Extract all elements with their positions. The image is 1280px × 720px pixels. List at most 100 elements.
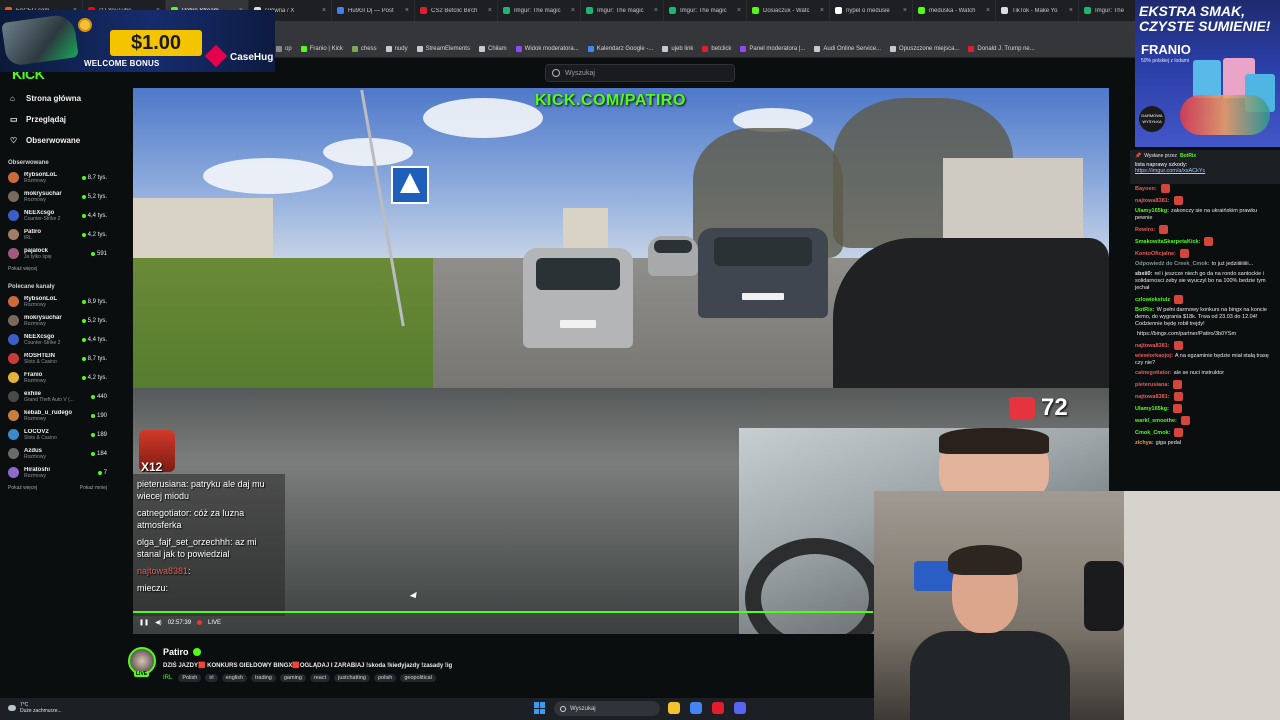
chat-username[interactable]: warkl_smoothe: <box>1135 418 1177 424</box>
sidebar-channel[interactable]: LOCOV2 Slots & Casino 189 <box>0 425 115 444</box>
bookmark-item[interactable]: Audi Online Service... <box>814 46 881 52</box>
browser-tab[interactable]: Imgur: The magic × <box>498 0 581 21</box>
bookmark-item[interactable]: Donald J. Trump ne... <box>968 46 1035 52</box>
browser-tab[interactable]: Imgur: The magic × <box>581 0 664 21</box>
sidebar-channel[interactable]: kebab_u_rudego Rozmowy 190 <box>0 406 115 425</box>
sidebar-channel[interactable]: pajalock Ja tylko śpię 591 <box>0 244 115 263</box>
sidebar-channel[interactable]: Hiratoshi Rozmowy 7 <box>0 463 115 482</box>
chat-username[interactable]: KontoOficjalne: <box>1135 251 1176 257</box>
chat-username[interactable]: wiewiorkaojoj: <box>1135 353 1173 359</box>
sidebar-nav-item[interactable]: ▭ Przeglądaj <box>0 109 115 130</box>
sidebar-channel[interactable]: ROSHTEIN Slots & Casino 8,7 tys. <box>0 349 115 368</box>
tab-close-icon[interactable]: × <box>654 7 658 14</box>
browser-tab[interactable]: Hu9Gl Dj — Post × <box>332 0 415 21</box>
video-progress-bar[interactable] <box>133 611 873 613</box>
chat-username[interactable]: catnegotiator: <box>1135 370 1172 376</box>
tab-close-icon[interactable]: × <box>986 7 990 14</box>
tab-close-icon[interactable]: × <box>322 7 326 14</box>
sidebar-channel[interactable]: Franio Rozmowy 4,2 tys. <box>0 368 115 387</box>
weather-widget[interactable]: 7°C Duże zachmurze... <box>8 702 62 714</box>
show-more-button[interactable]: Pokaż więcej <box>8 485 37 491</box>
casehug-ad-banner[interactable]: $1.00 WELCOME BONUS CaseHug <box>0 10 275 72</box>
file-explorer-icon[interactable] <box>668 702 680 714</box>
bookmark-item[interactable]: StreamElements <box>416 46 470 52</box>
chat-username[interactable]: Rewiro: <box>1135 227 1155 233</box>
bookmark-item[interactable]: chess <box>351 46 377 52</box>
tab-close-icon[interactable]: × <box>737 7 741 14</box>
streamer-name[interactable]: Patiro <box>163 647 201 657</box>
sidebar-channel[interactable]: RybsonLoL Rozmowy 8,7 tys. <box>0 168 115 187</box>
chat-username[interactable]: zichya: <box>1135 440 1154 446</box>
stream-tag[interactable]: gaming <box>279 674 306 682</box>
chat-username[interactable]: najtowa8381: <box>1135 343 1170 349</box>
tab-close-icon[interactable]: × <box>488 7 492 14</box>
sidebar-channel[interactable]: NEEXcsgo Counter-Strike 2 4,4 tys. <box>0 206 115 225</box>
browser-tab[interactable]: CS2 Betclic Birch × <box>415 0 498 21</box>
chat-username[interactable]: Bayoen: <box>1135 186 1157 192</box>
volume-icon[interactable]: ◀) <box>155 619 162 626</box>
sidebar-channel[interactable]: RybsonLoL Rozmowy 8,9 tys. <box>0 292 115 311</box>
bookmark-item[interactable]: betclick <box>702 46 731 52</box>
bookmark-item[interactable]: Franio | Kick <box>300 46 343 52</box>
sidebar-channel[interactable]: NEEXcsgo Counter-Strike 2 4,4 tys. <box>0 330 115 349</box>
sidebar-channel[interactable]: mokrysuchar Rozmowy 5,2 tys. <box>0 311 115 330</box>
show-less-button[interactable]: Pokaż mniej <box>80 485 107 491</box>
windows-start-icon[interactable] <box>534 702 546 714</box>
tab-close-icon[interactable]: × <box>903 7 907 14</box>
app-red-icon[interactable] <box>712 702 724 714</box>
browser-tab[interactable]: meduska - Watch × <box>913 0 996 21</box>
chat-username[interactable]: Ulamy165kg: <box>1135 208 1169 214</box>
stream-tag[interactable]: trading <box>251 674 276 682</box>
search-input[interactable]: Wyszukaj <box>545 64 735 82</box>
sidebar-nav-item[interactable]: ♡ Obserwowane <box>0 130 115 151</box>
stream-tag[interactable]: Polish <box>178 674 202 682</box>
pause-icon[interactable]: ❚❚ <box>139 619 149 626</box>
bookmark-item[interactable]: op <box>276 46 292 52</box>
stream-category[interactable]: IRL <box>163 675 172 681</box>
pinned-link[interactable]: https://imgur.com/a/xsACkYc <box>1135 168 1275 174</box>
stream-tag[interactable]: react <box>309 674 331 682</box>
bookmark-item[interactable]: Kalendarz Google -... <box>587 46 653 52</box>
franio-ad-banner[interactable]: EKSTRA SMAK, CZYSTE SUMIENIE! FRANIO 50%… <box>1135 0 1280 147</box>
browser-tab[interactable]: nypel o medusie × <box>830 0 913 21</box>
show-more-button[interactable]: Pokaż więcej <box>8 266 37 272</box>
bookmark-item[interactable]: Opuszczone miejsca... <box>890 46 959 52</box>
sidebar-nav-item[interactable]: ⌂ Strona główna <box>0 88 115 109</box>
pinned-message[interactable]: 📌 Wysłane przez BotRix lista naprawy szk… <box>1130 150 1280 184</box>
browser-tab[interactable]: Dosiaczux - Watc × <box>747 0 830 21</box>
stream-tag[interactable]: irl <box>205 674 218 682</box>
bookmark-item[interactable]: Panel moderatora |... <box>740 46 805 52</box>
chat-username[interactable]: BotRix: <box>1135 307 1155 313</box>
stream-tag[interactable]: polish <box>373 674 397 682</box>
tab-close-icon[interactable]: × <box>571 7 575 14</box>
channel-viewers: 5,2 tys. <box>81 194 107 200</box>
chat-username[interactable]: najtowa8381: <box>1135 198 1170 204</box>
bookmark-item[interactable]: Widok moderatora... <box>515 46 579 52</box>
chat-username[interactable]: sbxii0: <box>1135 271 1152 277</box>
bookmark-item[interactable]: ujeb link <box>662 46 693 52</box>
stream-tag[interactable]: justchatting <box>334 674 370 682</box>
tab-close-icon[interactable]: × <box>1069 7 1073 14</box>
chat-username[interactable]: czlowiekstulz <box>1135 297 1170 303</box>
chat-username[interactable]: Odpowiedź do Creek_Cmok: <box>1135 261 1210 267</box>
bookmark-item[interactable]: Chiłam <box>478 46 507 52</box>
sidebar-channel[interactable]: Azdus Rozmowy 184 <box>0 444 115 463</box>
tab-close-icon[interactable]: × <box>820 7 824 14</box>
browser-tab[interactable]: Imgur: The magic × <box>664 0 747 21</box>
chat-username[interactable]: Cmok_Cmok: <box>1135 430 1170 436</box>
bookmark-item[interactable]: nudy <box>385 46 408 52</box>
sidebar-channel[interactable]: Patiro IRL 4,2 tys. <box>0 225 115 244</box>
browser-tab[interactable]: TikTok - Make Yo × <box>996 0 1079 21</box>
chat-username[interactable]: najtowa8381: <box>1135 394 1170 400</box>
sidebar-channel[interactable]: exhiie Grand Theft Auto V (... 440 <box>0 387 115 406</box>
chat-username[interactable]: Ulamy165kg: <box>1135 406 1169 412</box>
chrome-icon[interactable] <box>690 702 702 714</box>
taskbar-search[interactable]: Wyszukaj <box>554 701 660 716</box>
stream-tag[interactable]: english <box>221 674 248 682</box>
tab-close-icon[interactable]: × <box>405 7 409 14</box>
discord-icon[interactable] <box>734 702 746 714</box>
sidebar-channel[interactable]: mokrysuchar Rozmowy 5,2 tys. <box>0 187 115 206</box>
stream-tag[interactable]: geopolitical <box>400 674 436 682</box>
chat-username[interactable]: pieterusiana: <box>1135 382 1169 388</box>
chat-username[interactable]: SmakowitaSkarpetaKick: <box>1135 239 1200 245</box>
